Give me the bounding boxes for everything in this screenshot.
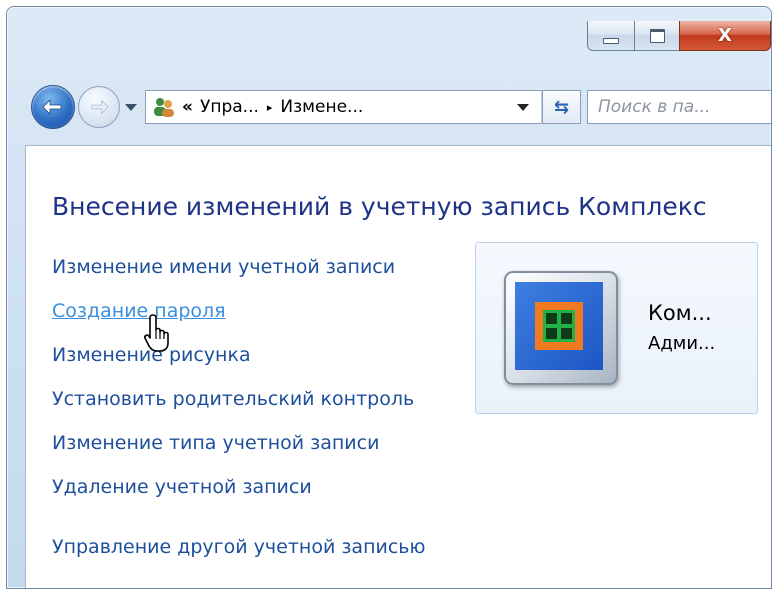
recent-pages-dropdown[interactable]	[125, 103, 137, 111]
task-create-password[interactable]: Создание пароля	[52, 298, 426, 342]
account-name: Ком...	[648, 301, 712, 325]
pane	[561, 328, 572, 339]
task-list: Изменение имени учетной записи Создание …	[52, 254, 426, 578]
minimize-icon	[603, 37, 619, 44]
task-change-account-type[interactable]: Изменение типа учетной записи	[52, 430, 426, 474]
breadcrumb-item-control-panel[interactable]: Упра...	[200, 97, 259, 117]
breadcrumb-overflow[interactable]: «	[182, 97, 193, 117]
task-change-name[interactable]: Изменение имени учетной записи	[52, 254, 426, 298]
task-change-picture[interactable]: Изменение рисунка	[52, 342, 426, 386]
task-manage-another-account[interactable]: Управление другой учетной записью	[52, 534, 426, 578]
pane	[546, 328, 557, 339]
explorer-window: X « Упра... ▸ Измене... ⇆ Поиск в па... …	[6, 6, 772, 589]
back-arrow-icon	[42, 99, 62, 115]
maximize-icon	[649, 28, 665, 43]
forward-arrow-icon	[91, 99, 109, 115]
account-picture-background	[515, 282, 603, 370]
page-title: Внесение изменений в учетную запись Комп…	[52, 192, 707, 221]
account-picture-frame	[535, 302, 583, 350]
maximize-button[interactable]	[634, 21, 680, 51]
users-icon	[154, 98, 174, 117]
close-button[interactable]: X	[679, 21, 771, 51]
close-icon: X	[718, 25, 732, 46]
refresh-button[interactable]: ⇆	[543, 90, 581, 124]
pane	[546, 313, 557, 324]
refresh-icon: ⇆	[553, 96, 570, 118]
forward-button[interactable]	[78, 86, 120, 128]
account-card: Ком... Адми...	[475, 242, 758, 414]
search-input[interactable]	[588, 96, 771, 118]
back-button[interactable]	[31, 85, 75, 129]
breadcrumb-separator-icon[interactable]: ▸	[267, 101, 273, 114]
address-divider	[541, 90, 542, 124]
hand-cursor-icon	[144, 314, 169, 352]
pane	[561, 313, 572, 324]
address-dropdown[interactable]	[517, 103, 529, 111]
minimize-button[interactable]	[587, 21, 635, 51]
task-delete-account[interactable]: Удаление учетной записи	[52, 474, 426, 518]
account-picture-window	[543, 310, 575, 342]
caption-buttons: X	[587, 21, 771, 51]
address-bar[interactable]: « Упра... ▸ Измене...	[145, 90, 543, 124]
account-role: Адми...	[648, 333, 716, 354]
navigation-bar: « Упра... ▸ Измене... ⇆	[31, 85, 771, 129]
breadcrumb-item-current[interactable]: Измене...	[280, 97, 363, 117]
account-picture-icon	[504, 271, 618, 385]
task-parental-controls[interactable]: Установить родительский контроль	[52, 386, 426, 430]
content-pane: Внесение изменений в учетную запись Комп…	[25, 145, 771, 588]
search-box[interactable]	[587, 90, 771, 124]
